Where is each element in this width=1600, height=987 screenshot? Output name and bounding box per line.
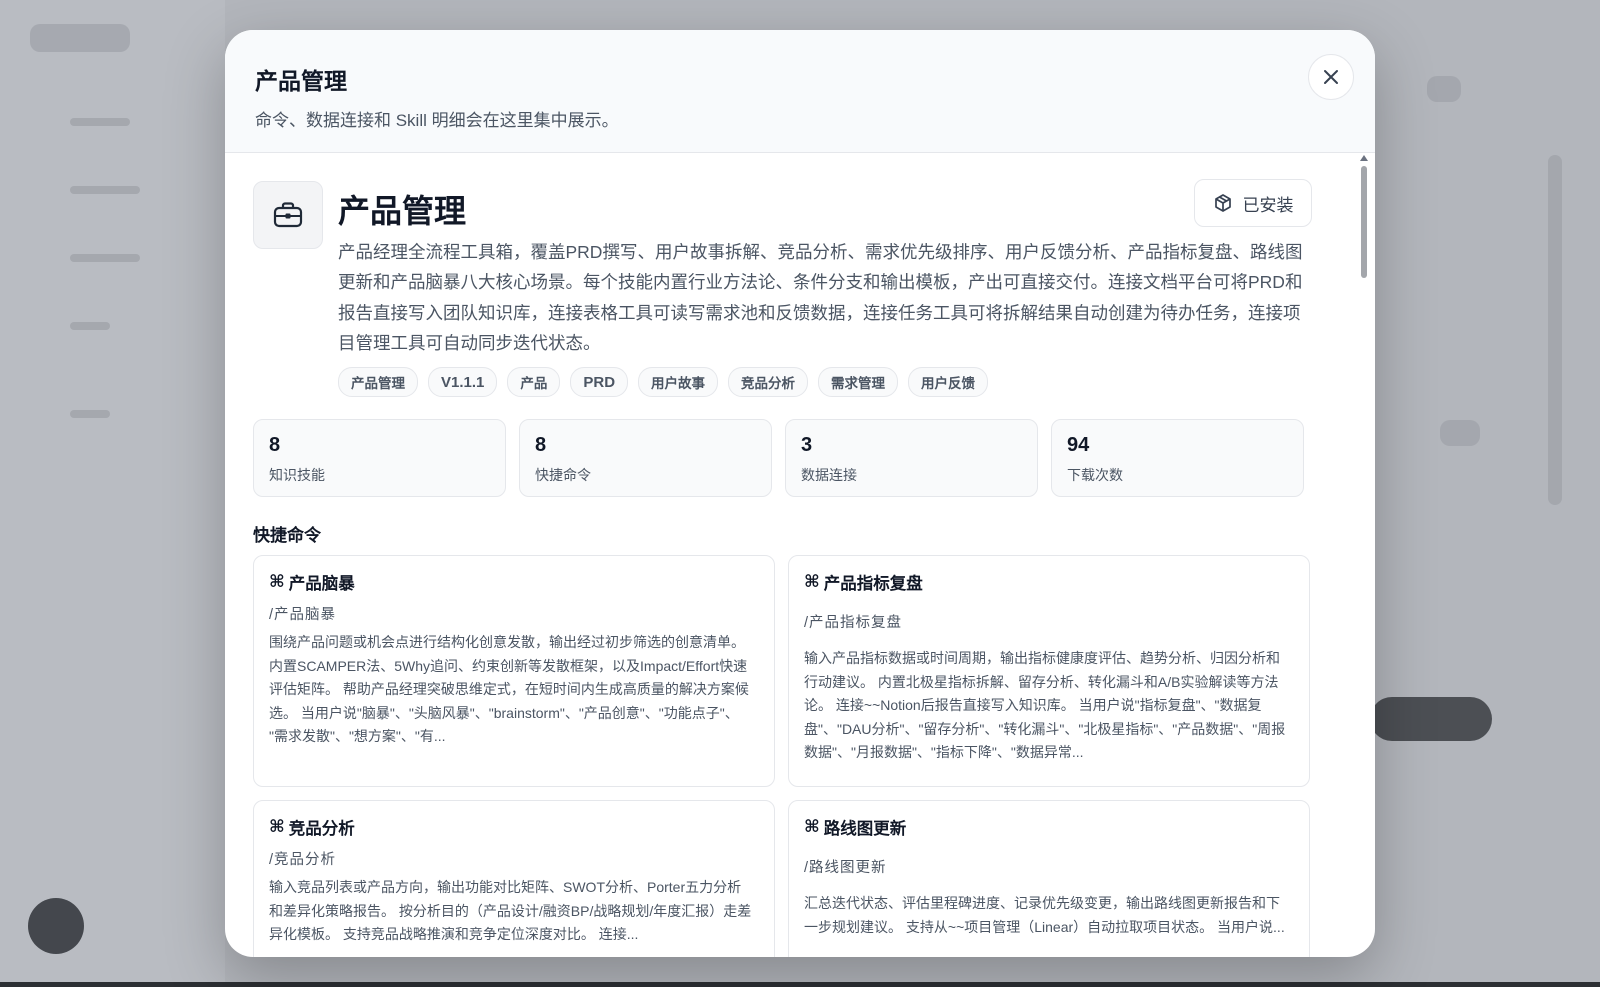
background-toolbar-icon [1440, 420, 1480, 446]
briefcase-icon [273, 202, 303, 228]
close-button[interactable] [1308, 54, 1354, 100]
tag-list: 产品管理 V1.1.1 产品 PRD 用户故事 竞品分析 需求管理 用户反馈 [338, 367, 989, 397]
package-icon [1214, 194, 1231, 212]
command-card[interactable]: ⌘ 竞品分析 /竞品分析 输入竞品列表或产品方向，输出功能对比矩阵、SWOT分析… [253, 800, 775, 957]
command-title: ⌘ 产品脑暴 [269, 570, 355, 594]
command-card[interactable]: ⌘ 路线图更新 /路线图更新 汇总迭代状态、评估里程碑进度、记录优先级变更，输出… [788, 800, 1310, 957]
plugin-icon [253, 181, 323, 249]
stat-commands: 8 快捷命令 [519, 419, 772, 497]
command-card[interactable]: ⌘ 产品指标复盘 /产品指标复盘 输入产品指标数据或时间周期，输出指标健康度评估… [788, 555, 1310, 787]
command-name: 路线图更新 [823, 820, 907, 838]
command-slash: /路线图更新 [804, 860, 887, 876]
command-slash: /产品脑暴 [269, 607, 337, 623]
plugin-detail-modal: 产品管理 命令、数据连接和 Skill 明细会在这里集中展示。 产品管理 已安装 [225, 30, 1375, 957]
background-nav-item [70, 254, 140, 262]
stat-label: 数据连接 [801, 467, 857, 483]
command-key-icon: ⌘ [804, 817, 820, 836]
command-key-icon: ⌘ [269, 572, 285, 591]
stat-downloads: 94 下载次数 [1051, 419, 1304, 497]
stat-skills: 8 知识技能 [253, 419, 506, 497]
command-slash: /竞品分析 [269, 852, 337, 868]
tag: 产品 [507, 367, 561, 397]
stat-label: 知识技能 [269, 467, 325, 483]
stats-row: 8 知识技能 8 快捷命令 3 数据连接 94 下载次数 [253, 419, 1304, 497]
plugin-name: 产品管理 [338, 193, 467, 229]
modal-body[interactable]: 产品管理 已安装 产品经理全流程工具箱，覆盖PRD撰写、用户故事拆解、竞品分析、… [225, 153, 1375, 957]
tag-version: V1.1.1 [428, 367, 498, 397]
stat-connections: 3 数据连接 [785, 419, 1038, 497]
command-key-icon: ⌘ [804, 572, 820, 591]
command-title: ⌘ 产品指标复盘 [804, 570, 923, 594]
scroll-up-arrow-icon[interactable] [1360, 155, 1368, 161]
command-description: 输入产品指标数据或时间周期，输出指标健康度评估、趋势分析、归因分析和行动建议。 … [804, 650, 1286, 761]
section-title-commands: 快捷命令 [253, 526, 321, 545]
stat-value: 8 [535, 434, 547, 456]
background-nav-item [70, 186, 140, 194]
stat-value: 8 [269, 434, 281, 456]
scrollbar-thumb[interactable] [1361, 166, 1367, 278]
tag: 竞品分析 [728, 367, 809, 397]
background-sidebar [0, 0, 225, 987]
command-name: 产品脑暴 [288, 575, 355, 593]
command-slash: /产品指标复盘 [804, 615, 903, 631]
background-nav-item [70, 322, 110, 330]
modal-subtitle: 命令、数据连接和 Skill 明细会在这里集中展示。 [255, 111, 619, 130]
tag: 需求管理 [818, 367, 899, 397]
installed-label: 已安装 [1242, 195, 1294, 215]
stat-value: 94 [1067, 434, 1090, 456]
command-card[interactable]: ⌘ 产品脑暴 /产品脑暴 围绕产品问题或机会点进行结构化创意发散，输出经过初步筛… [253, 555, 775, 787]
modal-header: 产品管理 命令、数据连接和 Skill 明细会在这里集中展示。 [225, 30, 1375, 153]
stat-label: 下载次数 [1067, 467, 1123, 483]
background-nav-item [70, 118, 130, 126]
tag: 产品管理 [338, 367, 418, 397]
modal-scrollbar[interactable] [1359, 153, 1369, 957]
command-title: ⌘ 路线图更新 [804, 815, 906, 839]
background-scrollbar [1548, 155, 1562, 505]
background-avatar [28, 898, 84, 954]
stat-value: 3 [801, 434, 813, 456]
installed-status-button[interactable]: 已安装 [1194, 179, 1312, 227]
tag: 用户故事 [638, 367, 719, 397]
command-name: 竞品分析 [288, 820, 355, 838]
command-description: 输入竞品列表或产品方向，输出功能对比矩阵、SWOT分析、Porter五力分析和差… [269, 879, 752, 943]
tag: 用户反馈 [908, 367, 989, 397]
command-name: 产品指标复盘 [823, 575, 923, 593]
background-logo [30, 24, 130, 52]
command-description: 围绕产品问题或机会点进行结构化创意发散，输出经过初步筛选的创意清单。 内置SCA… [269, 634, 749, 745]
close-icon [1324, 70, 1338, 84]
tag: PRD [570, 367, 629, 397]
plugin-description: 产品经理全流程工具箱，覆盖PRD撰写、用户故事拆解、竞品分析、需求优先级排序、用… [338, 242, 1303, 353]
stat-label: 快捷命令 [535, 467, 591, 483]
command-description: 汇总迭代状态、评估里程碑进度、记录优先级变更，输出路线图更新报告和下一步规划建议… [804, 895, 1285, 935]
background-dark-button [1370, 697, 1492, 741]
background-taskbar [0, 982, 1600, 987]
command-key-icon: ⌘ [269, 817, 285, 836]
background-toolbar-icon [1427, 76, 1461, 102]
command-title: ⌘ 竞品分析 [269, 815, 355, 839]
background-nav-item [70, 410, 110, 418]
modal-title: 产品管理 [255, 68, 347, 94]
